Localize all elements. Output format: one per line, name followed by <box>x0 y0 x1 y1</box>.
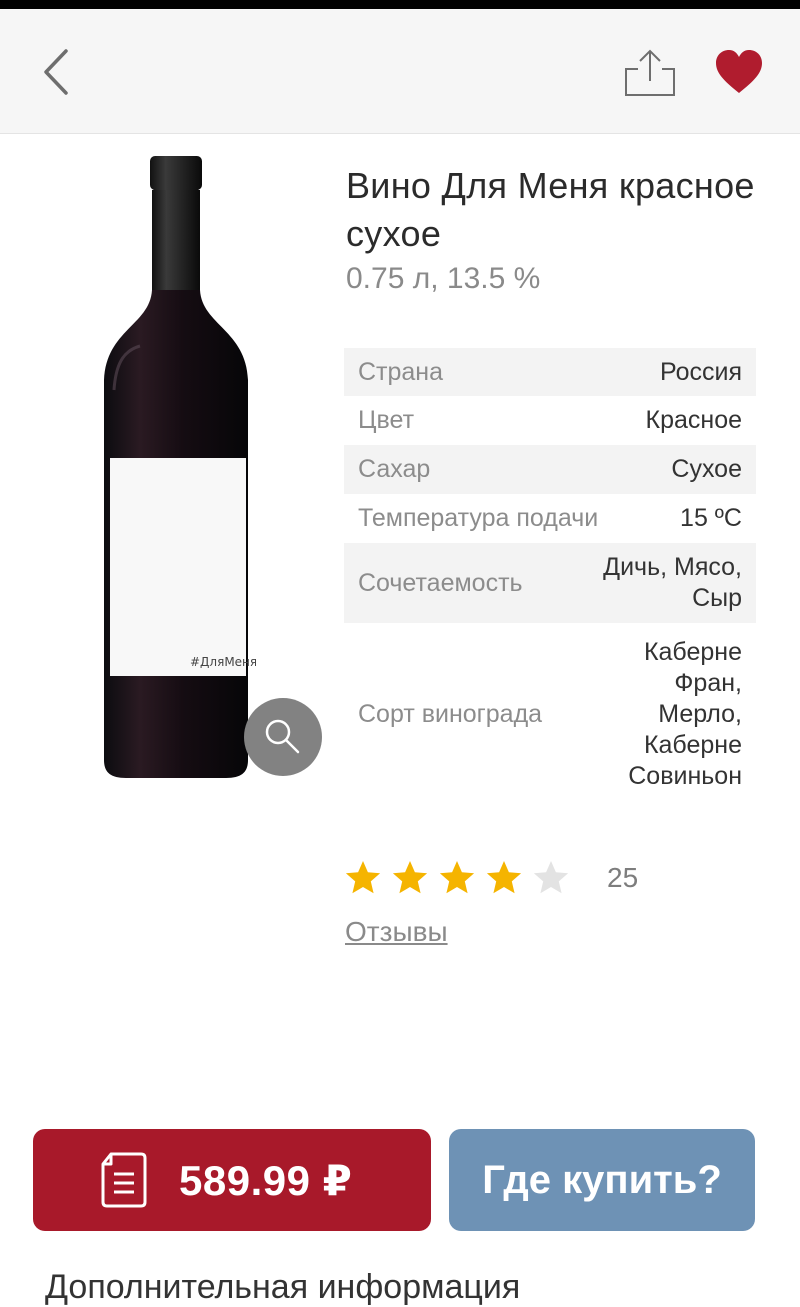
magnifier-icon <box>265 719 300 754</box>
star-icon <box>392 861 428 894</box>
star-icon <box>486 861 522 894</box>
where-to-buy-button[interactable]: Где купить? <box>449 1129 755 1231</box>
spec-key: Сочетаемость <box>358 568 523 597</box>
spec-key: Сахар <box>358 455 431 483</box>
star-icon <box>533 861 569 894</box>
receipt-icon <box>101 1152 147 1208</box>
spec-row-pairing: Сочетаемость Дичь, Мясо, Сыр <box>344 543 756 623</box>
navigation-bar <box>0 9 800 134</box>
spec-value: Красное <box>645 406 742 434</box>
spec-key: Цвет <box>358 406 415 434</box>
share-button[interactable] <box>622 49 678 97</box>
rating: 25 <box>344 856 638 900</box>
product-title: Вино Для Меня красное сухое <box>346 165 755 254</box>
more-info-heading: Дополнительная информация <box>45 1268 521 1306</box>
star-icon <box>345 861 381 894</box>
spec-row-temperature: Температура подачи 15 ºС <box>344 494 756 543</box>
rating-count: 25 <box>607 862 639 893</box>
favorite-button[interactable] <box>714 49 764 95</box>
product-subtitle: 0.75 л, 13.5 % <box>346 262 541 295</box>
heart-icon <box>716 50 762 93</box>
spec-key: Сорт винограда <box>358 699 543 728</box>
spec-value: Дичь, Мясо, Сыр <box>603 553 742 612</box>
spec-row-color: Цвет Красное <box>344 396 756 445</box>
specs-table: Страна Россия Цвет Красное Сахар Сухое Т… <box>344 348 756 805</box>
spec-key: Температура подачи <box>358 504 599 532</box>
spec-key: Страна <box>358 357 444 386</box>
reviews-link[interactable]: Отзывы <box>345 916 448 948</box>
bottle-label-text: #ДляМеня <box>190 655 256 669</box>
spec-row-country: Страна Россия <box>344 348 756 396</box>
spec-value: 15 ºС <box>680 504 742 532</box>
back-button[interactable] <box>38 47 78 97</box>
rating-stars <box>344 859 579 897</box>
spec-value: Каберне Фран, Мерло, Каберне Совиньон <box>628 637 742 790</box>
spec-value: Сухое <box>671 455 742 483</box>
share-icon <box>625 49 675 96</box>
product-image: #ДляМеня <box>96 150 257 790</box>
status-bar-strip <box>0 0 800 9</box>
star-icon <box>439 861 475 894</box>
spec-row-grape: Сорт винограда Каберне Фран, Мерло, Кабе… <box>344 623 756 805</box>
price-button[interactable]: 589.99 ₽ <box>33 1129 431 1231</box>
chevron-left-icon <box>44 49 68 95</box>
spec-row-sugar: Сахар Сухое <box>344 445 756 494</box>
zoom-button[interactable] <box>244 698 322 776</box>
price-label: 589.99 ₽ <box>179 1156 353 1204</box>
spec-value: Россия <box>660 357 742 386</box>
